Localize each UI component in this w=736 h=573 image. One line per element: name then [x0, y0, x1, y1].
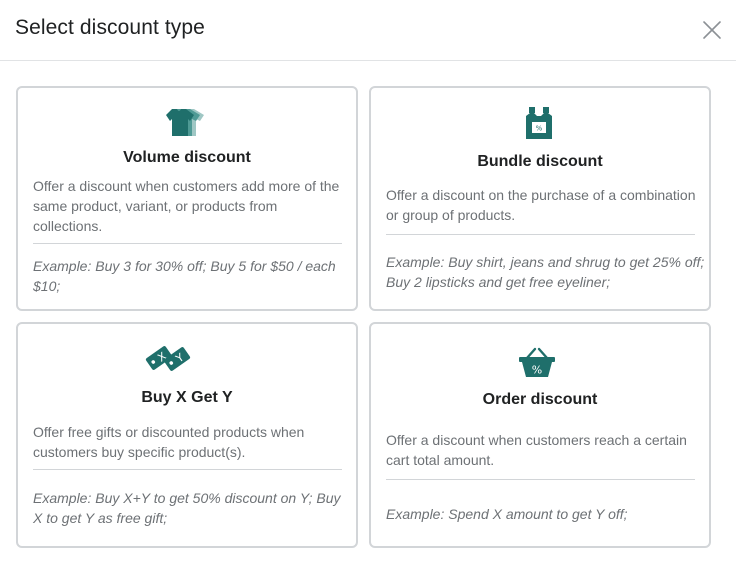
- order-discount-card[interactable]: % Order discount Offer a discount when c…: [369, 322, 711, 548]
- card-divider: [386, 234, 695, 235]
- card-divider: [33, 469, 342, 470]
- card-description: Offer a discount when customers add more…: [33, 178, 340, 234]
- xy-tags-icon: X Y: [145, 342, 193, 379]
- bottles-icon: %: [525, 106, 553, 145]
- discount-type-dialog: Select discount type Volume discount Off…: [0, 0, 736, 573]
- card-title: Order discount: [482, 391, 598, 408]
- card-example: Example: Buy X+Y to get 50% discount on …: [33, 490, 341, 526]
- card-description: Offer a discount when customers reach a …: [386, 432, 687, 468]
- card-title: Volume discount: [123, 149, 251, 166]
- tshirt-icon: [166, 107, 208, 142]
- dialog-title: Select discount type: [15, 16, 205, 39]
- close-icon: [703, 21, 721, 39]
- card-description: Offer a discount on the purchase of a co…: [386, 187, 696, 223]
- close-button[interactable]: [700, 18, 724, 42]
- card-title: Buy X Get Y: [141, 389, 233, 406]
- card-divider: [33, 243, 342, 244]
- card-example: Example: Buy shirt, jeans and shrug to g…: [386, 254, 705, 290]
- svg-text:%: %: [532, 364, 542, 377]
- svg-text:%: %: [536, 125, 543, 133]
- basket-percent-icon: %: [518, 346, 556, 383]
- buy-x-get-y-card[interactable]: X Y Buy X Get Y Offer free gifts or disc…: [16, 322, 358, 548]
- dialog-header: Select discount type: [0, 0, 736, 61]
- card-example: Example: Buy 3 for 30% off; Buy 5 for $5…: [33, 258, 336, 294]
- volume-discount-card[interactable]: Volume discount Offer a discount when cu…: [16, 86, 358, 311]
- card-title: Bundle discount: [477, 153, 603, 170]
- bundle-discount-card[interactable]: % Bundle discount Offer a discount on th…: [369, 86, 711, 311]
- card-example: Example: Spend X amount to get Y off;: [386, 506, 628, 522]
- card-divider: [386, 479, 695, 480]
- card-description: Offer free gifts or discounted products …: [33, 424, 305, 460]
- dialog-body: Volume discount Offer a discount when cu…: [0, 61, 736, 573]
